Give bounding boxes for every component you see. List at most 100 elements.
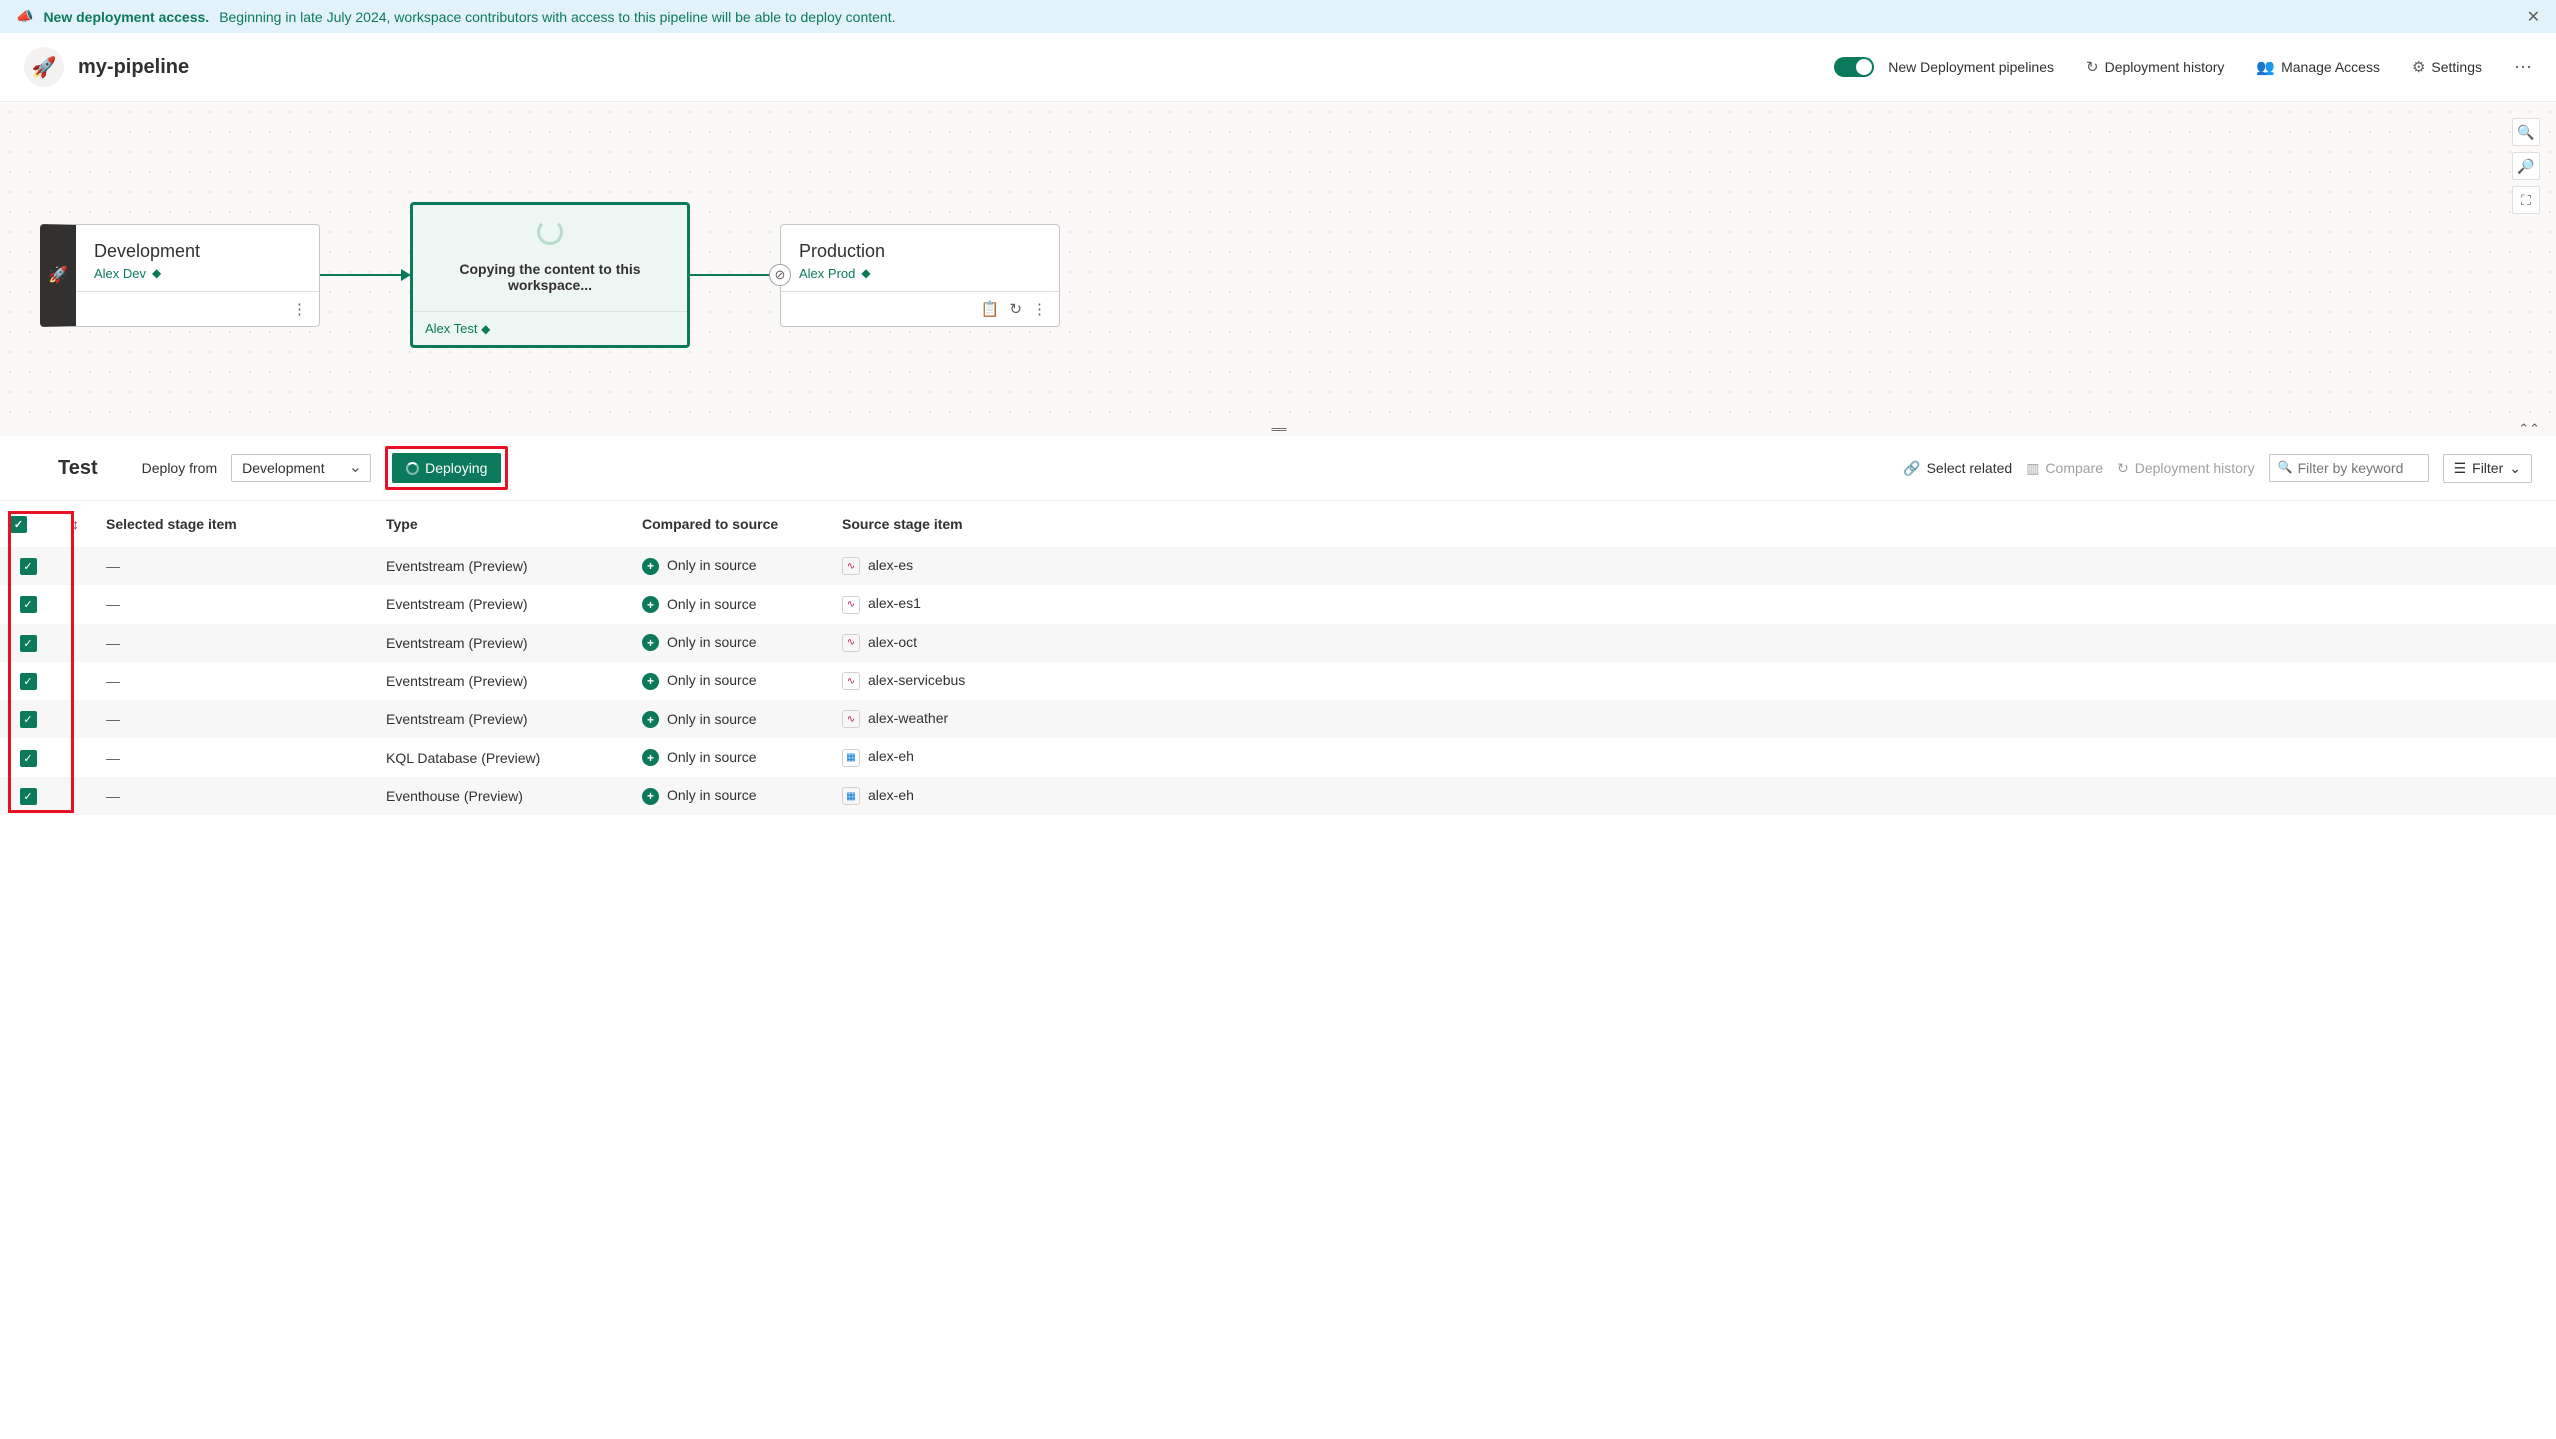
column-selected[interactable]: Selected stage item (96, 501, 376, 547)
drag-handle-icon[interactable]: ══ (1271, 422, 1284, 436)
stage-development[interactable]: 🚀 Development Alex Dev◆ ⋮ (40, 224, 320, 327)
row-checkbox[interactable]: ✓ (20, 635, 37, 652)
deployment-history-button[interactable]: ↻ Deployment history (2117, 460, 2255, 477)
rules-icon[interactable]: 📋 (981, 300, 1000, 318)
compared-status: +Only in source (632, 662, 832, 700)
table-row[interactable]: ✓—Eventstream (Preview)+Only in source∿a… (0, 700, 2556, 738)
fit-button[interactable]: ⛶ (2512, 186, 2540, 214)
plus-icon: + (642, 788, 659, 805)
compared-status: +Only in source (632, 777, 832, 815)
diamond-icon: ◆ (152, 266, 161, 280)
item-type-icon: ∿ (842, 557, 860, 575)
zoom-in-button[interactable]: 🔍 (2512, 118, 2540, 146)
column-source[interactable]: Source stage item (832, 501, 2556, 547)
compare-button[interactable]: ▥ Compare (2026, 460, 2103, 477)
source-item: ▦alex-eh (832, 738, 2556, 776)
table-row[interactable]: ✓—KQL Database (Preview)+Only in source▦… (0, 738, 2556, 776)
source-item: ∿alex-es1 (832, 585, 2556, 623)
compared-status: +Only in source (632, 624, 832, 662)
related-icon: 🔗 (1903, 460, 1920, 477)
history-icon[interactable]: ↻ (1009, 300, 1022, 318)
filter-icon: ☰ (2454, 460, 2467, 477)
chevron-down-icon: ⌄ (2509, 460, 2521, 477)
row-checkbox[interactable]: ✓ (20, 711, 37, 728)
stage-footer: 📋 ↻ ⋮ (781, 291, 1059, 326)
item-type: KQL Database (Preview) (376, 738, 632, 776)
spinner-icon (406, 462, 419, 475)
source-item: ∿alex-oct (832, 624, 2556, 662)
diamond-icon: ◆ (861, 266, 870, 280)
row-checkbox[interactable]: ✓ (20, 750, 37, 767)
info-banner: 📣 New deployment access. Beginning in la… (0, 0, 2556, 33)
copying-text: Copying the content to this workspace... (431, 261, 669, 293)
table-row[interactable]: ✓—Eventstream (Preview)+Only in source∿a… (0, 585, 2556, 623)
select-related-button[interactable]: 🔗 Select related (1903, 460, 2012, 477)
row-checkbox[interactable]: ✓ (20, 596, 37, 613)
source-item: ∿alex-servicebus (832, 662, 2556, 700)
people-icon: 👥 (2256, 58, 2275, 76)
plus-icon: + (642, 634, 659, 651)
banner-text: Beginning in late July 2024, workspace c… (219, 9, 895, 25)
sort-icon[interactable]: ↕ (72, 516, 79, 532)
stage-workspace: Alex Test ◆ (425, 321, 490, 336)
table-row[interactable]: ✓—Eventstream (Preview)+Only in source∿a… (0, 624, 2556, 662)
stage-title: Production (799, 241, 1041, 262)
filter-input[interactable] (2298, 460, 2418, 476)
item-type-icon: ∿ (842, 634, 860, 652)
column-compared[interactable]: Compared to source (632, 501, 832, 547)
table-row[interactable]: ✓—Eventhouse (Preview)+Only in source▦al… (0, 777, 2556, 815)
gear-icon: ⚙ (2412, 58, 2425, 76)
item-type: Eventstream (Preview) (376, 700, 632, 738)
item-type: Eventstream (Preview) (376, 585, 632, 623)
table-row[interactable]: ✓ — Eventstream (Preview)+Only in source∿a… (0, 662, 2556, 700)
more-vertical-icon[interactable]: ⋮ (292, 300, 307, 318)
item-type: Eventstream (Preview) (376, 547, 632, 585)
arrow-icon (690, 274, 780, 276)
page-title: my-pipeline (78, 56, 189, 79)
manage-access-link[interactable]: 👥 Manage Access (2256, 58, 2380, 76)
deployment-history-link[interactable]: ↻ Deployment history (2086, 58, 2224, 76)
megaphone-icon: 📣 (16, 8, 33, 25)
item-type-icon: ▦ (842, 787, 860, 805)
row-checkbox[interactable]: ✓ (20, 558, 37, 575)
stage-test[interactable]: Copying the content to this workspace...… (410, 202, 690, 348)
settings-link[interactable]: ⚙ Settings (2412, 58, 2482, 76)
item-type-icon: ∿ (842, 672, 860, 690)
selected-item: — (106, 596, 120, 612)
deploy-button[interactable]: Deploying (392, 453, 501, 483)
selected-item: — (106, 788, 120, 804)
item-type: Eventstream (Preview) (376, 662, 632, 700)
compared-status: +Only in source (632, 700, 832, 738)
column-type[interactable]: Type (376, 501, 632, 547)
more-vertical-icon[interactable]: ⋮ (1032, 300, 1047, 318)
stage-footer: ⋮ (76, 291, 319, 326)
source-item: ∿alex-es (832, 547, 2556, 585)
items-table: ✓ ↕ Selected stage item Type Compared to… (0, 501, 2556, 815)
close-icon[interactable]: ✕ (2527, 7, 2540, 27)
plus-icon: + (642, 711, 659, 728)
row-checkbox[interactable]: ✓ (20, 673, 37, 690)
source-item: ∿alex-weather (832, 700, 2556, 738)
panel-divider[interactable]: ══ ⌃⌃ (0, 422, 2556, 436)
new-pipelines-toggle[interactable] (1834, 57, 1874, 77)
expand-icon[interactable]: ⌃⌃ (2518, 421, 2540, 437)
filter-button[interactable]: ☰ Filter ⌄ (2443, 454, 2532, 483)
table-row[interactable]: ✓—Eventstream (Preview)+Only in source∿a… (0, 547, 2556, 585)
page-header: 🚀 my-pipeline New Deployment pipelines ↻… (0, 33, 2556, 102)
deploy-from-select[interactable]: Development (231, 454, 371, 482)
filter-input-wrap (2269, 454, 2429, 482)
zoom-controls: 🔍 🔎 ⛶ (2512, 118, 2540, 214)
selected-item: — (106, 750, 120, 766)
zoom-out-button[interactable]: 🔎 (2512, 152, 2540, 180)
more-icon[interactable]: ⋯ (2514, 57, 2532, 78)
selected-item: — (106, 673, 120, 689)
plus-icon: + (642, 749, 659, 766)
spinner-icon (537, 219, 563, 245)
history-icon: ↻ (2086, 58, 2099, 76)
stage-production[interactable]: ⊘ Production Alex Prod◆ 📋 ↻ ⋮ (780, 224, 1060, 327)
banner-title: New deployment access. (43, 9, 209, 25)
row-checkbox[interactable]: ✓ (20, 788, 37, 805)
highlight-box: Deploying (385, 446, 508, 490)
stage-footer: Alex Test ◆ (413, 311, 687, 345)
select-all-checkbox[interactable]: ✓ (10, 516, 27, 533)
